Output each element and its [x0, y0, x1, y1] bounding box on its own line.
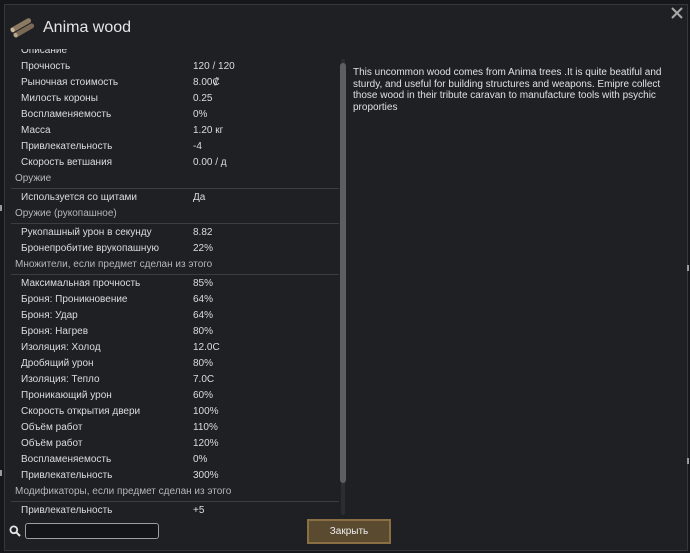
stat-value: 8.00₡ [193, 77, 220, 88]
stat-row[interactable]: Рукопашный урон в секунду 8.82 [11, 225, 339, 241]
stat-label: Воспламеняемость [21, 454, 112, 465]
stat-label: Бронепробитие врукопашную [21, 243, 159, 254]
stat-row[interactable]: Объём работ 110% [11, 420, 339, 436]
stat-row[interactable]: Проникающий урон 60% [11, 388, 339, 404]
stat-value: 22% [193, 243, 214, 254]
stat-value: 60% [193, 390, 214, 401]
stat-label: Проникающий урон [21, 390, 112, 401]
stat-value: 12.0C [193, 342, 220, 353]
edge-artifact [0, 470, 2, 476]
stat-row[interactable]: Привлекательность -4 [11, 139, 339, 155]
stat-label: Скорость открытия двери [21, 406, 141, 417]
stat-label: Привлекательность [21, 470, 113, 481]
magnifier-icon [9, 525, 21, 537]
stat-value: 64% [193, 294, 214, 305]
stat-row[interactable]: Скорость открытия двери 100% [11, 404, 339, 420]
category-header: Множители, если предмет сделан из этого [11, 257, 339, 275]
stats-list: Описание Прочность 120 / 120 Рыночная стои… [11, 49, 339, 515]
stat-row[interactable]: Дробящий урон 80% [11, 356, 339, 372]
stat-row[interactable]: Максимальная прочность 85% [11, 276, 339, 292]
stat-value: 80% [193, 358, 214, 369]
stat-label: Милость короны [21, 93, 98, 104]
stats-scrollbar[interactable] [339, 59, 347, 515]
stat-label: Рыночная стоимость [21, 77, 119, 88]
stat-row[interactable]: Привлекательность +5 [11, 503, 339, 515]
stat-value: 85% [193, 278, 214, 289]
stat-value: 0% [193, 454, 208, 465]
info-dialog: Anima wood Описание Прочность 120 / 120 Ры… [4, 4, 688, 551]
stat-row[interactable]: Изоляция: Холод 12.0C [11, 340, 339, 356]
stat-value: 100% [193, 406, 219, 417]
partial-header-label: Описание [21, 49, 68, 56]
stat-label: Прочность [21, 61, 71, 72]
stat-value: 0.25 [193, 93, 213, 104]
stat-label: Изоляция: Холод [21, 342, 101, 353]
stat-label: Рукопашный урон в секунду [21, 227, 152, 238]
category-header: Оружие (рукопашное) [11, 206, 339, 224]
stat-row[interactable]: Броня: Проникновение 64% [11, 292, 339, 308]
stat-value: 120 / 120 [193, 61, 235, 72]
stat-value: 80% [193, 326, 214, 337]
stat-label: Привлекательность [21, 141, 113, 152]
stat-label: Объём работ [21, 438, 83, 449]
edge-artifact [687, 265, 689, 271]
dialog-header: Anima wood [9, 13, 131, 43]
stat-row[interactable]: Масса 1.20 кг [11, 123, 339, 139]
stat-row[interactable]: Броня: Нагрев 80% [11, 324, 339, 340]
stat-label: Используется со щитами [21, 192, 137, 203]
stat-value: 300% [193, 470, 219, 481]
close-x-icon[interactable] [669, 5, 685, 21]
stat-label: Изоляция: Тепло [21, 374, 100, 385]
stat-label: Объём работ [21, 422, 83, 433]
stat-row[interactable]: Объём работ 120% [11, 436, 339, 452]
stat-value: 7.0C [193, 374, 215, 385]
stat-label: Дробящий урон [21, 358, 94, 369]
stat-row[interactable]: Рыночная стоимость 8.00₡ [11, 75, 339, 91]
stat-label: Воспламеняемость [21, 109, 112, 120]
partial-header-row: Описание [11, 49, 339, 59]
wood-logs-icon [10, 18, 35, 38]
stat-value: 0.00 / д [193, 157, 227, 168]
stat-row[interactable]: Воспламеняемость 0% [11, 452, 339, 468]
stat-label: Броня: Проникновение [21, 294, 128, 305]
edge-artifact [687, 458, 689, 464]
stat-row[interactable]: Броня: Удар 64% [11, 308, 339, 324]
stat-label: Скорость ветшания [21, 157, 113, 168]
stat-row[interactable]: Милость короны 0.25 [11, 91, 339, 107]
stats-panel[interactable]: Описание Прочность 120 / 120 Рыночная стои… [11, 49, 339, 515]
stat-label: Максимальная прочность [21, 278, 141, 289]
stat-value: 1.20 кг [193, 125, 224, 136]
stat-row[interactable]: Привлекательность 300% [11, 468, 339, 484]
category-header: Модификаторы, если предмет сделан из это… [11, 484, 339, 502]
stat-value: 120% [193, 438, 219, 449]
stat-row[interactable]: Изоляция: Тепло 7.0C [11, 372, 339, 388]
stat-value: 0% [193, 109, 208, 120]
stat-label: Броня: Удар [21, 310, 78, 321]
stat-label: Броня: Нагрев [21, 326, 89, 337]
stat-value: -4 [193, 141, 202, 152]
dialog-title: Anima wood [43, 19, 132, 36]
stat-row[interactable]: Прочность 120 / 120 [11, 59, 339, 75]
stat-value: 8.82 [193, 227, 213, 238]
stat-value: +5 [193, 505, 205, 515]
close-button[interactable]: Закрыть [307, 519, 391, 544]
stat-row[interactable]: Воспламеняемость 0% [11, 107, 339, 123]
stat-label: Привлекательность [21, 505, 113, 515]
stat-row[interactable]: Бронепробитие врукопашную 22% [11, 241, 339, 257]
stat-value: 64% [193, 310, 214, 321]
scroll-thumb[interactable] [340, 63, 346, 483]
stat-value: Да [193, 192, 206, 203]
edge-artifact [0, 205, 2, 211]
item-description: This uncommon wood comes from Anima tree… [353, 67, 662, 113]
stat-label: Масса [21, 125, 51, 136]
stat-row[interactable]: Скорость ветшания 0.00 / д [11, 155, 339, 171]
stat-value: 110% [193, 422, 218, 433]
stat-row[interactable]: Используется со щитами Да [11, 190, 339, 206]
category-header: Оружие [11, 171, 339, 189]
search-input[interactable] [25, 523, 159, 539]
